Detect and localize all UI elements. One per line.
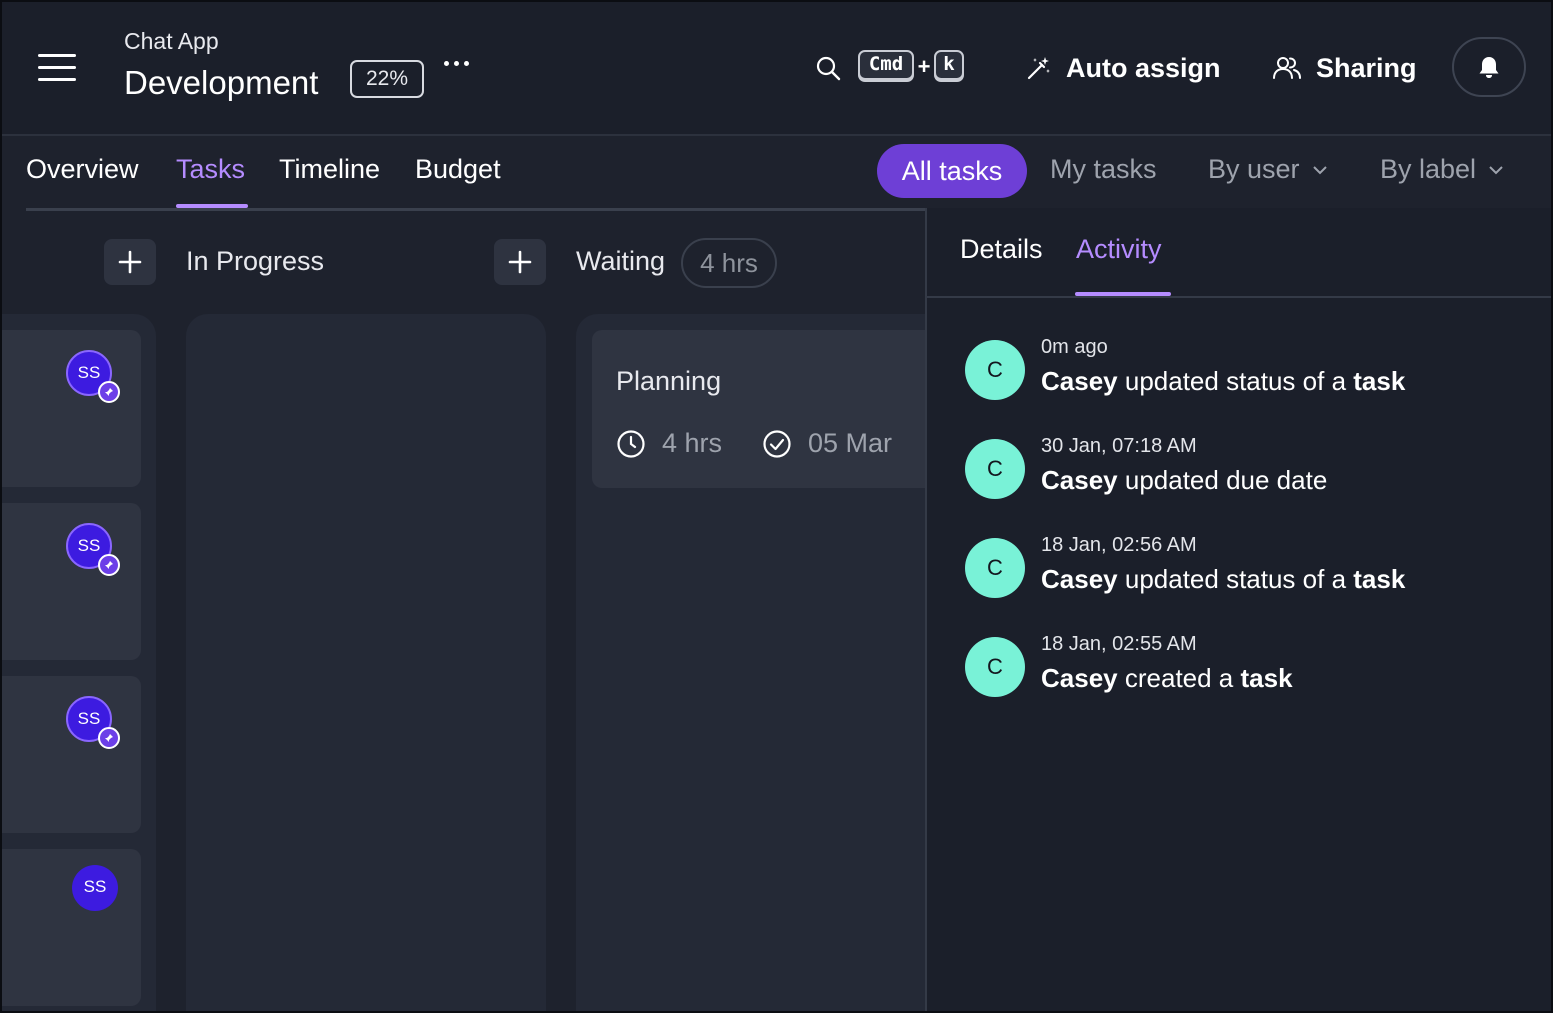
search-icon[interactable] [814, 54, 842, 82]
add-task-button[interactable] [494, 239, 546, 285]
active-tab-indicator [1075, 292, 1171, 296]
shortcut-key-cmd: Cmd [858, 50, 914, 80]
menu-icon[interactable] [38, 54, 76, 82]
filter-by-user-label: By user [1208, 154, 1300, 184]
activity-action: created a [1124, 663, 1234, 693]
avatar: C [965, 637, 1025, 697]
tab-budget[interactable]: Budget [415, 154, 501, 185]
activity-object: task [1240, 663, 1293, 693]
activity-item: C 30 Jan, 07:18 AM Casey updated due dat… [965, 435, 1525, 515]
activity-time: 0m ago [1041, 336, 1108, 358]
sharing-label: Sharing [1316, 52, 1417, 83]
avatar: C [965, 538, 1025, 598]
activity-time: 30 Jan, 07:18 AM [1041, 435, 1197, 457]
filter-by-user[interactable]: By user [1208, 154, 1328, 185]
active-tab-indicator [176, 204, 248, 208]
avatar: SS [72, 865, 118, 911]
task-due-date: 05 Mar [762, 428, 892, 459]
task-due-value: 05 Mar [808, 428, 893, 458]
tab-overview[interactable]: Overview [26, 154, 139, 185]
activity-action: updated status of a [1124, 564, 1347, 594]
progress-badge: 22% [350, 60, 424, 98]
task-title: Planning [616, 366, 722, 396]
tab-activity[interactable]: Activity [1076, 234, 1162, 265]
app-window: Chat App Development 22% Cmd + k Auto as… [0, 0, 1553, 1013]
chevron-down-icon [1312, 165, 1327, 174]
activity-user: Casey [1041, 465, 1118, 495]
activity-user: Casey [1041, 564, 1118, 594]
task-card[interactable]: SS [2, 676, 141, 833]
activity-item: C 18 Jan, 02:55 AM Casey created a task [965, 633, 1525, 713]
app-name: Chat App [124, 28, 219, 54]
chevron-down-icon [1489, 165, 1503, 174]
magic-wand-icon [1027, 57, 1050, 80]
activity-text: Casey updated status of a task [1041, 564, 1405, 595]
filter-all-tasks[interactable]: All tasks [877, 144, 1027, 198]
activity-object: task [1353, 366, 1406, 396]
activity-time: 18 Jan, 02:55 AM [1041, 633, 1197, 655]
project-title: Development [124, 64, 319, 101]
more-options-icon[interactable] [442, 58, 472, 70]
activity-item: C 0m ago Casey updated status of a task [965, 336, 1525, 416]
activity-user: Casey [1041, 663, 1118, 693]
pin-icon [98, 727, 120, 749]
shortcut-plus: + [917, 54, 931, 79]
tab-tasks[interactable]: Tasks [176, 154, 245, 185]
task-side-panel: Details Activity C 0m ago Casey updated … [925, 208, 1551, 1011]
avatar: C [965, 340, 1025, 400]
plus-icon [118, 250, 142, 274]
add-task-button[interactable] [104, 239, 156, 285]
pin-icon [98, 554, 120, 576]
task-card[interactable]: SS [2, 849, 141, 1006]
activity-text: Casey created a task [1041, 663, 1293, 694]
filter-my-tasks-label: My tasks [1050, 154, 1157, 184]
filter-my-tasks[interactable]: My tasks [1050, 154, 1157, 185]
top-header: Chat App Development 22% Cmd + k Auto as… [2, 2, 1551, 136]
users-icon [1273, 57, 1301, 79]
avatar: C [965, 439, 1025, 499]
activity-time: 18 Jan, 02:56 AM [1041, 534, 1197, 556]
auto-assign-button[interactable]: Auto assign [1026, 50, 1221, 86]
task-card[interactable]: SS [2, 503, 141, 660]
activity-action: updated due date [1124, 465, 1328, 495]
activity-item: C 18 Jan, 02:56 AM Casey updated status … [965, 534, 1525, 614]
task-card-planning[interactable]: Planning 4 hrs 05 Mar [592, 330, 972, 488]
tab-bar: Overview Tasks Timeline Budget All tasks… [26, 134, 1534, 211]
activity-user: Casey [1041, 366, 1118, 396]
activity-object: task [1353, 564, 1406, 594]
task-hours-value: 4 hrs [662, 428, 723, 458]
column-hours-badge: 4 hrs [681, 238, 777, 288]
tab-timeline[interactable]: Timeline [279, 154, 380, 185]
pin-icon [98, 381, 120, 403]
filter-by-label-label: By label [1380, 154, 1477, 184]
plus-icon [508, 250, 532, 274]
activity-text: Casey updated status of a task [1041, 366, 1405, 397]
auto-assign-label: Auto assign [1066, 52, 1221, 83]
task-hours: 4 hrs [616, 428, 722, 459]
activity-text: Casey updated due date [1041, 465, 1327, 496]
activity-action: updated status of a [1124, 366, 1347, 396]
sharing-button[interactable]: Sharing [1272, 50, 1417, 86]
column-title-waiting: Waiting [576, 246, 666, 276]
bell-icon [1479, 57, 1499, 78]
clock-icon [617, 429, 645, 458]
panel-tab-bar: Details Activity [927, 208, 1551, 298]
check-circle-icon [763, 429, 791, 458]
shortcut-key-k: k [934, 50, 964, 80]
column-title-in-progress: In Progress [186, 246, 325, 276]
task-card[interactable]: SS [2, 330, 141, 487]
filter-by-label[interactable]: By label [1380, 154, 1504, 185]
notifications-button[interactable] [1452, 37, 1526, 97]
tab-details[interactable]: Details [960, 234, 1043, 265]
board-column-in-progress [186, 314, 546, 1011]
